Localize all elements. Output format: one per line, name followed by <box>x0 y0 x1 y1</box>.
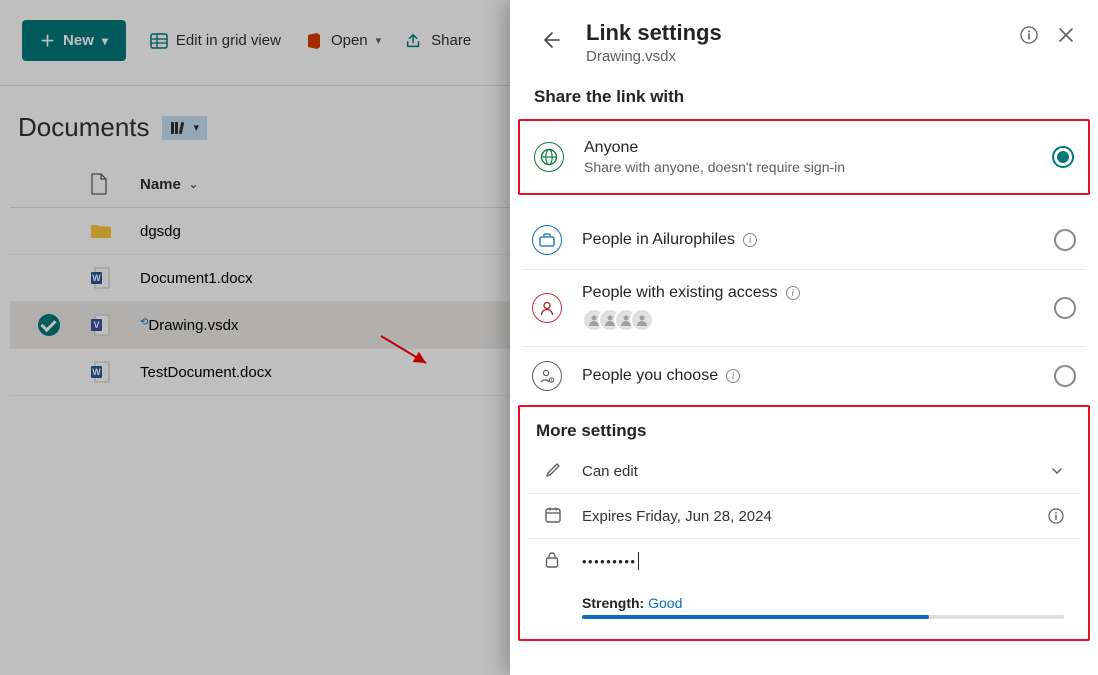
close-icon[interactable] <box>1058 27 1074 43</box>
library-view-toggle[interactable]: ▾ <box>162 116 208 140</box>
folder-icon <box>90 222 130 240</box>
option-title: Anyone <box>584 139 845 157</box>
person-icon <box>532 293 562 323</box>
share-option-org[interactable]: People in Ailurophiles i <box>522 211 1086 270</box>
radio-unselected[interactable] <box>1054 365 1076 387</box>
chevron-down-icon: ⌄ <box>189 178 198 191</box>
option-description: Share with anyone, doesn't require sign-… <box>584 159 845 175</box>
chevron-down-icon: ▾ <box>102 34 108 48</box>
panel-subtitle: Drawing.vsdx <box>586 48 722 65</box>
chevron-down-icon <box>1050 464 1064 478</box>
share-with-heading: Share the link with <box>510 83 1098 119</box>
info-icon[interactable]: i <box>726 369 740 383</box>
chevron-down-icon: ▾ <box>194 121 200 134</box>
share-option-existing[interactable]: People with existing access i <box>522 270 1086 347</box>
info-icon[interactable] <box>1020 26 1038 44</box>
radio-selected[interactable] <box>1052 146 1074 168</box>
password-strength: Strength: Good <box>544 595 1064 619</box>
lock-icon <box>544 551 564 571</box>
expiry-value: Expires Friday, Jun 28, 2024 <box>582 508 772 525</box>
selected-check-icon[interactable] <box>38 314 60 336</box>
annotation-arrow <box>378 333 448 373</box>
word-icon: W <box>90 267 130 289</box>
new-button[interactable]: ＋ New ▾ <box>22 20 126 61</box>
office-icon <box>305 32 323 50</box>
radio-unselected[interactable] <box>1054 229 1076 251</box>
edit-grid-label: Edit in grid view <box>176 32 281 49</box>
expiry-row[interactable]: Expires Friday, Jun 28, 2024 <box>528 494 1080 539</box>
strength-bar <box>582 615 1064 619</box>
file-icon <box>90 173 130 195</box>
info-icon[interactable]: i <box>786 286 800 300</box>
person-gear-icon <box>532 361 562 391</box>
panel-title: Link settings <box>586 20 722 46</box>
permission-value: Can edit <box>582 463 638 480</box>
briefcase-icon <box>532 225 562 255</box>
option-title: People you choose <box>582 367 718 385</box>
share-icon <box>405 32 423 50</box>
chevron-down-icon: ▾ <box>376 34 382 47</box>
calendar-icon <box>544 506 564 526</box>
info-icon[interactable] <box>1048 508 1064 524</box>
svg-text:V: V <box>93 320 99 330</box>
books-icon <box>170 120 188 136</box>
strength-label: Strength: <box>582 595 644 611</box>
annotation-highlight-box: More settings Can edit Expires Friday, J… <box>518 405 1090 641</box>
more-settings-heading: More settings <box>520 407 1088 449</box>
word-icon: W <box>90 361 130 383</box>
grid-icon <box>150 32 168 50</box>
password-field[interactable]: ••••••••• <box>582 552 639 570</box>
share-options-list: People in Ailurophiles i People with exi… <box>510 211 1098 405</box>
open-button[interactable]: Open ▾ <box>305 32 381 50</box>
option-title: People with existing access <box>582 284 778 302</box>
radio-unselected[interactable] <box>1054 297 1076 319</box>
back-button[interactable] <box>534 24 566 56</box>
password-row[interactable]: ••••••••• Strength: Good <box>528 539 1080 631</box>
pencil-icon <box>544 461 564 481</box>
link-settings-panel: Link settings Drawing.vsdx Share the lin… <box>510 0 1098 675</box>
share-label: Share <box>431 32 471 49</box>
open-label: Open <box>331 32 368 49</box>
annotation-highlight-box: Anyone Share with anyone, doesn't requir… <box>518 119 1090 195</box>
share-button[interactable]: Share <box>405 32 471 50</box>
permission-selector[interactable]: Can edit <box>528 449 1080 494</box>
visio-icon: V <box>90 314 130 336</box>
globe-icon <box>534 142 564 172</box>
share-option-anyone[interactable]: Anyone Share with anyone, doesn't requir… <box>524 123 1084 191</box>
info-icon[interactable]: i <box>743 233 757 247</box>
panel-header: Link settings Drawing.vsdx <box>510 0 1098 83</box>
option-title: People in Ailurophiles <box>582 231 735 249</box>
share-option-specific[interactable]: People you choose i <box>522 347 1086 405</box>
strength-value: Good <box>648 595 682 611</box>
svg-text:W: W <box>92 273 101 283</box>
existing-access-avatars <box>582 308 800 332</box>
new-button-label: New <box>63 32 94 49</box>
page-title: Documents <box>18 112 150 143</box>
svg-text:W: W <box>92 367 101 377</box>
plus-icon: ＋ <box>40 30 55 51</box>
edit-grid-button[interactable]: Edit in grid view <box>150 32 281 50</box>
